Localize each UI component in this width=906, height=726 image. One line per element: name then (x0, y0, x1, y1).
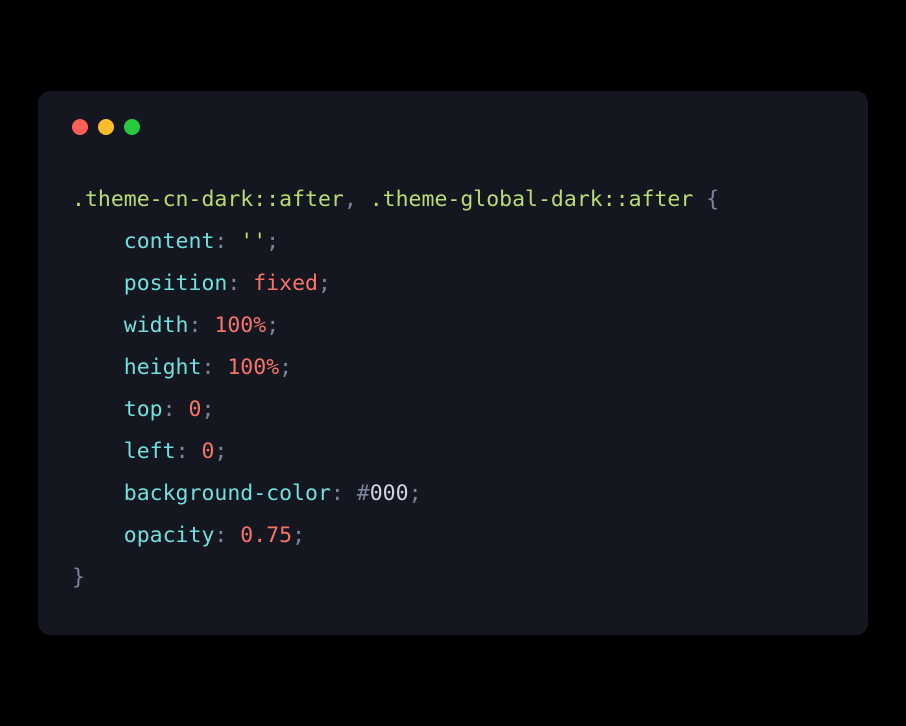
css-value-number: 0 (201, 439, 214, 464)
maximize-icon[interactable] (124, 119, 140, 135)
code-line: width: 100%; (72, 305, 834, 347)
css-colon: : (227, 271, 253, 296)
css-value-hex: 000 (370, 481, 409, 506)
css-value-string: '' (240, 229, 266, 254)
css-semicolon: ; (318, 271, 331, 296)
css-colon: : (201, 355, 227, 380)
css-colon: : (214, 229, 240, 254)
css-property: position (124, 271, 228, 296)
window-traffic-lights (72, 119, 834, 135)
close-icon[interactable] (72, 119, 88, 135)
css-comma: , (344, 187, 370, 212)
code-line: } (72, 557, 834, 599)
css-value-number: 0 (189, 397, 202, 422)
css-semicolon: ; (214, 439, 227, 464)
css-colon: : (163, 397, 189, 422)
css-selector: .theme-cn-dark::after (72, 187, 344, 212)
css-hash: # (357, 481, 370, 506)
css-semicolon: ; (279, 355, 292, 380)
css-value-unit: % (266, 355, 279, 380)
css-open-brace: { (693, 187, 719, 212)
code-window: .theme-cn-dark::after, .theme-global-dar… (38, 91, 868, 634)
css-value-number: 100 (214, 313, 253, 338)
css-semicolon: ; (201, 397, 214, 422)
css-value-number: 100 (227, 355, 266, 380)
code-line: top: 0; (72, 389, 834, 431)
code-line: content: ''; (72, 221, 834, 263)
css-semicolon: ; (266, 229, 279, 254)
css-selector: .theme-global-dark::after (370, 187, 694, 212)
code-line: .theme-cn-dark::after, .theme-global-dar… (72, 179, 834, 221)
css-value-unit: % (253, 313, 266, 338)
minimize-icon[interactable] (98, 119, 114, 135)
css-property: left (124, 439, 176, 464)
code-line: opacity: 0.75; (72, 515, 834, 557)
css-colon: : (189, 313, 215, 338)
code-line: background-color: #000; (72, 473, 834, 515)
css-property: background-color (124, 481, 331, 506)
css-property: width (124, 313, 189, 338)
css-close-brace: } (72, 565, 85, 590)
code-line: height: 100%; (72, 347, 834, 389)
code-line: position: fixed; (72, 263, 834, 305)
css-property: height (124, 355, 202, 380)
css-colon: : (214, 523, 240, 548)
css-property: opacity (124, 523, 215, 548)
css-colon: : (176, 439, 202, 464)
code-block: .theme-cn-dark::after, .theme-global-dar… (72, 179, 834, 598)
css-semicolon: ; (292, 523, 305, 548)
code-line: left: 0; (72, 431, 834, 473)
css-property: content (124, 229, 215, 254)
css-semicolon: ; (409, 481, 422, 506)
css-colon: : (331, 481, 357, 506)
css-semicolon: ; (266, 313, 279, 338)
css-value-number: 0.75 (240, 523, 292, 548)
css-property: top (124, 397, 163, 422)
css-value-keyword: fixed (253, 271, 318, 296)
